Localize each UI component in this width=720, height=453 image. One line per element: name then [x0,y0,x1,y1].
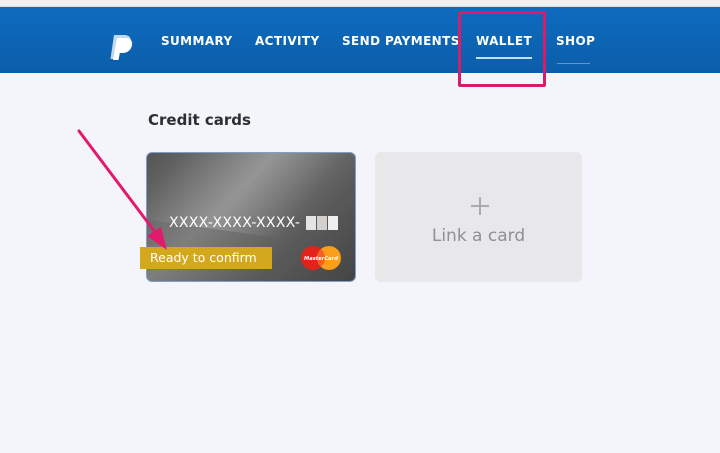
top-strip [0,0,720,7]
card-number-mask [306,216,316,230]
plus-icon [471,197,489,215]
mastercard-icon: MasterCard [301,246,341,270]
card-number-mask [328,216,338,230]
paypal-logo-icon[interactable] [108,33,134,61]
nav-summary[interactable]: SUMMARY [161,34,233,48]
ready-to-confirm-badge: Ready to confirm [140,247,272,269]
mastercard-logo-text: MasterCard [304,256,338,262]
link-card-label: Link a card [431,226,526,246]
nav-shop-underline [557,63,590,64]
section-title: Credit cards [148,111,251,129]
nav-activity[interactable]: ACTIVITY [255,34,320,48]
nav-send-payments[interactable]: SEND PAYMENTS [342,34,460,48]
card-number: XXXX-XXXX-XXXX- [169,215,301,231]
card-number-mask [317,216,327,230]
top-navbar: SUMMARY ACTIVITY SEND PAYMENTS WALLET SH… [0,7,720,73]
link-card-tile[interactable]: Link a card [375,152,582,282]
nav-wallet[interactable]: WALLET [476,34,533,59]
nav-shop[interactable]: SHOP [556,34,595,48]
